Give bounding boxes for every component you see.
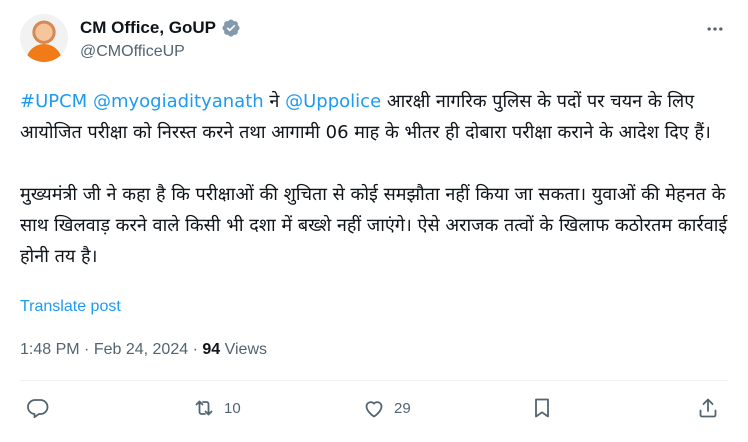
like-count: 29 xyxy=(394,399,411,417)
verified-badge-icon xyxy=(222,19,240,37)
views-label: Views xyxy=(224,341,267,358)
share-button[interactable] xyxy=(696,396,720,420)
tweet-text-segment: ने xyxy=(263,91,286,112)
mention-link[interactable]: @myogiadityanath xyxy=(93,91,264,112)
tweet-paragraph-1: #UPCM @myogiadityanath ने @Uppolice आरक्… xyxy=(20,86,730,148)
like-button[interactable]: 29 xyxy=(362,396,411,420)
post-date[interactable]: Feb 24, 2024 xyxy=(94,341,188,358)
reply-button[interactable] xyxy=(26,396,58,420)
post-time[interactable]: 1:48 PM xyxy=(20,341,80,358)
more-options-button[interactable] xyxy=(704,18,726,40)
mention-link[interactable]: @Uppolice xyxy=(285,91,381,112)
tweet-text: #UPCM @myogiadityanath ने @Uppolice आरक्… xyxy=(20,86,730,272)
bookmark-icon xyxy=(535,398,549,418)
repost-count: 10 xyxy=(224,399,241,417)
more-options-icon xyxy=(707,27,723,31)
author-avatar[interactable] xyxy=(20,14,68,62)
author-display-name[interactable]: CM Office, GoUP xyxy=(80,18,216,38)
like-icon xyxy=(365,401,383,418)
repost-button[interactable]: 10 xyxy=(192,396,241,420)
author-name-row: CM Office, GoUP xyxy=(80,18,241,38)
share-icon xyxy=(699,398,717,418)
repost-icon xyxy=(195,400,213,416)
tweet-card: CM Office, GoUP @CMOfficeUP #UPCM @myogi… xyxy=(0,0,748,442)
reply-icon xyxy=(27,399,49,419)
tweet-paragraph-2: मुख्यमंत्री जी ने कहा है कि परीक्षाओं की… xyxy=(20,184,728,267)
divider xyxy=(20,380,728,381)
meta-separator: · xyxy=(192,341,198,358)
author-handle[interactable]: @CMOfficeUP xyxy=(80,43,185,61)
action-bar: 10 29 xyxy=(20,396,728,430)
translate-post-link[interactable]: Translate post xyxy=(20,298,121,316)
views-count[interactable]: 94 xyxy=(202,341,220,358)
bookmark-button[interactable] xyxy=(530,396,554,420)
hashtag-link[interactable]: #UPCM xyxy=(20,91,87,112)
meta-separator: · xyxy=(84,341,90,358)
tweet-meta: 1:48 PM · Feb 24, 2024 · 94 Views xyxy=(20,341,267,359)
